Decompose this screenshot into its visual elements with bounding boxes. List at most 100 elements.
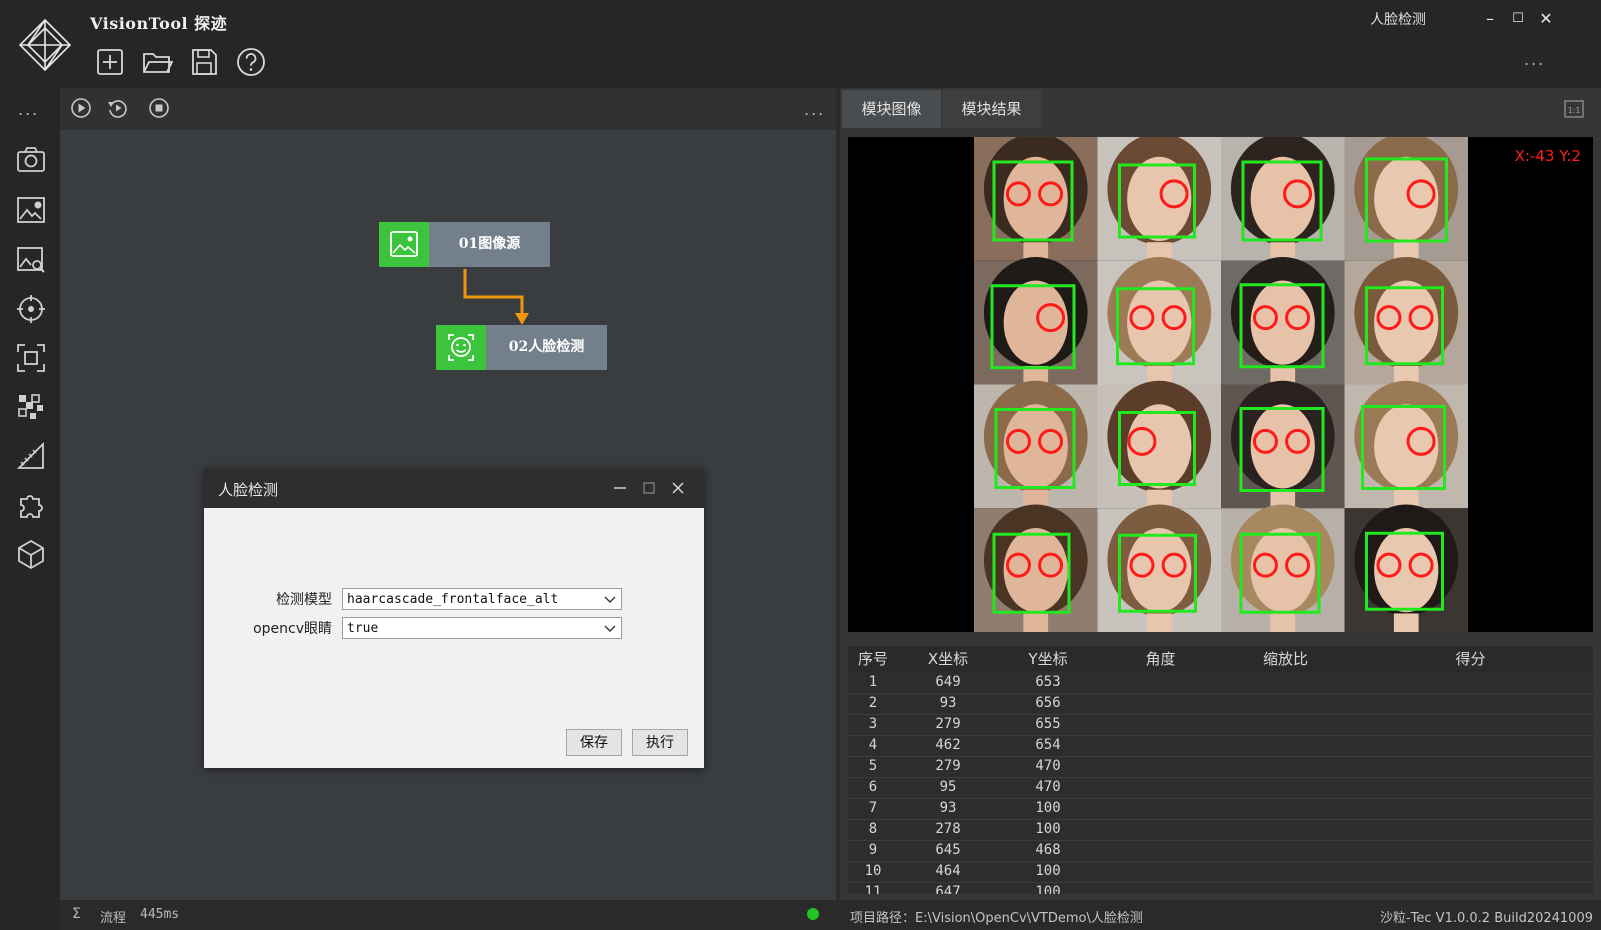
flow-node-image-source[interactable]: 01图像源 <box>379 222 550 267</box>
svg-text:1:1: 1:1 <box>1568 106 1581 115</box>
column-header-angle: 角度 <box>1098 646 1223 672</box>
save-button[interactable]: 保存 <box>566 729 622 756</box>
face <box>1127 528 1192 613</box>
table-row[interactable]: 1 649 653 <box>848 672 1593 694</box>
toolbar-more-button[interactable]: ... <box>1524 50 1545 69</box>
flow-connector-arrow <box>463 269 529 325</box>
table-cell: 464 <box>935 863 961 879</box>
table-cell: 100 <box>1035 863 1061 879</box>
face-icon <box>436 325 486 370</box>
face <box>1003 404 1068 489</box>
table-row[interactable]: 5 279 470 <box>848 756 1593 778</box>
flow-more-button[interactable]: ... <box>804 100 825 119</box>
sidebar-more-button[interactable]: ... <box>18 100 39 119</box>
image-settings-icon[interactable] <box>15 194 47 226</box>
chevron-down-icon <box>604 596 616 603</box>
face <box>1250 404 1315 489</box>
tab-module-result[interactable]: 模块结果 <box>942 90 1041 128</box>
help-icon[interactable] <box>235 46 267 78</box>
table-row[interactable]: 9 645 468 <box>848 840 1593 862</box>
save-icon[interactable] <box>188 46 220 78</box>
table-cell: 6 <box>868 779 878 795</box>
table-row[interactable]: 4 462 654 <box>848 735 1593 757</box>
eyes-select[interactable]: true <box>342 617 622 639</box>
run-once-icon[interactable] <box>70 97 92 119</box>
dialog-titlebar[interactable]: 人脸检测 <box>204 468 704 508</box>
execute-button[interactable]: 执行 <box>632 729 688 756</box>
cursor-coordinates: X:-43 Y:2 <box>1514 147 1581 165</box>
run-loop-icon[interactable] <box>107 97 129 119</box>
maximize-button[interactable]: ☐ <box>1506 8 1530 30</box>
face <box>1127 156 1192 241</box>
plugin-icon[interactable] <box>15 489 47 521</box>
camera-icon[interactable] <box>15 144 47 176</box>
table-cell: 656 <box>1035 695 1061 711</box>
table-cell: 10 <box>864 863 882 879</box>
cube-icon[interactable] <box>15 538 47 570</box>
results-table[interactable]: 序号 X坐标 Y坐标 角度 缩放比 得分 1 649 653 2 93 656 3 279 65… <box>848 646 1593 894</box>
column-header-x: X坐标 <box>898 646 998 672</box>
face <box>1003 280 1068 365</box>
face <box>1374 156 1439 241</box>
table-row[interactable]: 6 95 470 <box>848 777 1593 799</box>
table-cell: 9 <box>868 842 878 858</box>
face <box>1127 404 1192 489</box>
table-cell: 11 <box>864 884 882 894</box>
image-icon <box>379 222 429 267</box>
flow-status-indicator <box>807 908 819 920</box>
table-cell: 100 <box>1035 884 1061 894</box>
focus-frame-icon[interactable] <box>15 342 47 374</box>
face <box>1374 404 1439 489</box>
new-file-icon[interactable] <box>94 46 126 78</box>
dialog-close-icon[interactable] <box>671 481 685 495</box>
table-row[interactable]: 11 647 100 <box>848 882 1593 894</box>
face <box>1250 528 1315 613</box>
column-header-scale: 缩放比 <box>1223 646 1348 672</box>
table-cell: 93 <box>939 800 957 816</box>
target-icon[interactable] <box>15 293 47 325</box>
table-cell: 4 <box>868 737 878 753</box>
tab-module-image[interactable]: 模块图像 <box>842 90 941 128</box>
flow-toolbar <box>60 88 836 130</box>
table-row[interactable]: 8 278 100 <box>848 819 1593 841</box>
flow-label: 流程 <box>100 911 127 926</box>
measure-ruler-icon[interactable] <box>15 440 47 472</box>
table-row[interactable]: 3 279 655 <box>848 714 1593 736</box>
sigma-icon: Σ <box>72 906 81 922</box>
flow-node-label: 02人脸检测 <box>486 325 607 370</box>
model-select[interactable]: haarcascade_frontalface_alt <box>342 588 622 610</box>
face <box>1003 528 1068 613</box>
open-folder-icon[interactable] <box>141 46 173 78</box>
face <box>1374 528 1439 613</box>
table-cell: 655 <box>1035 716 1061 732</box>
column-header-score: 得分 <box>1348 646 1593 672</box>
table-cell: 93 <box>939 695 957 711</box>
dialog-minimize-icon[interactable] <box>613 481 627 495</box>
field-label-eyes: opencv眼睛 <box>253 621 332 637</box>
project-status-bar: 项目路径：E:\Vision\OpenCv\VTDemo\人脸检测 沙粒-Tec… <box>840 900 1601 930</box>
face <box>1003 156 1068 241</box>
stop-icon[interactable] <box>148 97 170 119</box>
table-cell: 470 <box>1035 779 1061 795</box>
table-cell: 3 <box>868 716 878 732</box>
table-row[interactable]: 10 464 100 <box>848 861 1593 883</box>
table-cell: 462 <box>935 737 961 753</box>
minimize-button[interactable]: – <box>1478 8 1502 30</box>
face-detect-dialog: 人脸检测 检测模型 haarcascade_frontalface_alt op… <box>204 468 704 768</box>
actual-size-icon[interactable]: 1:1 <box>1564 99 1584 119</box>
table-row[interactable]: 7 93 100 <box>848 798 1593 820</box>
column-header-y: Y坐标 <box>998 646 1098 672</box>
flow-node-face-detect[interactable]: 02人脸检测 <box>436 325 607 370</box>
table-cell: 279 <box>935 716 961 732</box>
image-view[interactable]: X:-43 Y:2 <box>848 137 1593 632</box>
table-cell: 653 <box>1035 674 1061 690</box>
table-cell: 645 <box>935 842 961 858</box>
face <box>1374 280 1439 365</box>
table-row[interactable]: 2 93 656 <box>848 693 1593 715</box>
close-button[interactable]: ✕ <box>1534 8 1558 30</box>
face <box>1250 280 1315 365</box>
grid-pattern-icon[interactable] <box>15 391 47 423</box>
image-search-icon[interactable] <box>15 244 47 276</box>
column-header-index: 序号 <box>848 646 898 672</box>
dialog-maximize-icon[interactable] <box>642 481 656 495</box>
